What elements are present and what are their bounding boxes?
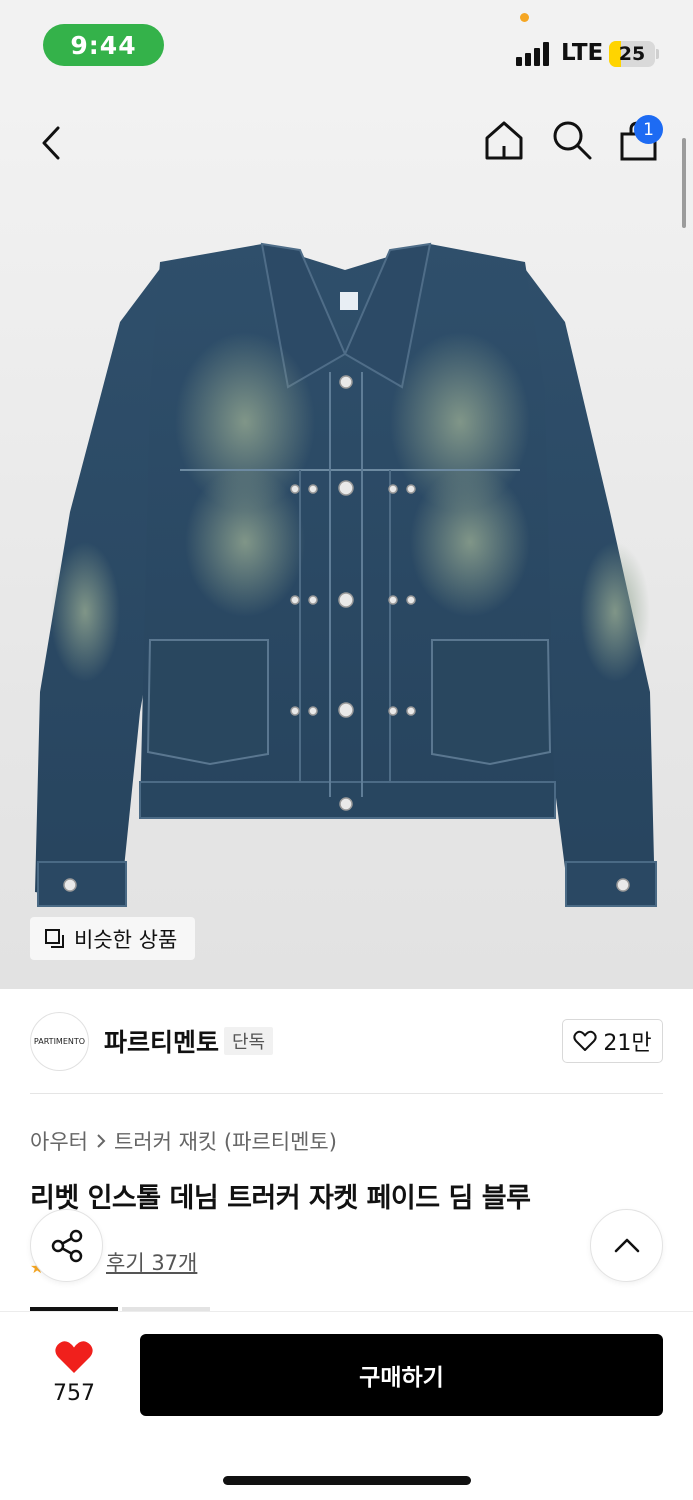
home-icon[interactable]	[482, 118, 526, 162]
network-label: LTE	[561, 40, 604, 66]
section-divider	[30, 1093, 663, 1094]
privacy-indicator-dot	[520, 13, 529, 22]
denim-jacket-illustration	[35, 242, 657, 907]
brand-name[interactable]: 파르티멘토	[104, 1023, 219, 1059]
scrollbar-thumb[interactable]	[682, 138, 686, 228]
battery-tip	[656, 49, 659, 59]
breadcrumb-subcategory[interactable]: 트러커 재킷 (파르티멘토)	[114, 1126, 337, 1156]
status-time: 9:44	[43, 24, 164, 66]
heart-filled-icon[interactable]	[54, 1339, 94, 1375]
heart-outline-icon	[573, 1030, 597, 1051]
brand-logo[interactable]: PARTIMENTO	[30, 1012, 89, 1071]
similar-products-button[interactable]: 비슷한 상품	[30, 917, 195, 960]
breadcrumb-category[interactable]: 아우터	[30, 1126, 88, 1156]
status-bar: 9:44 LTE 25	[0, 0, 693, 92]
brand-row: PARTIMENTO 파르티멘토 단독 21만	[0, 989, 693, 1093]
chevron-up-icon	[614, 1238, 639, 1252]
chevron-right-icon	[97, 1134, 106, 1148]
cart-count-badge: 1	[634, 115, 663, 144]
chevron-left-icon[interactable]	[34, 124, 72, 162]
share-button[interactable]	[30, 1209, 103, 1282]
brand-like-count: 21만	[603, 1031, 652, 1056]
wishlist-count: 757	[53, 1381, 95, 1406]
battery-icon: 25	[609, 41, 655, 67]
search-icon[interactable]	[550, 118, 594, 162]
scroll-to-top-button[interactable]	[590, 1209, 663, 1282]
review-link[interactable]: 후기 37개	[106, 1247, 197, 1277]
exclusive-badge: 단독	[224, 1027, 274, 1055]
product-title: 리벳 인스톨 데님 트러커 자켓 페이드 딤 블루	[30, 1183, 531, 1214]
buy-button[interactable]: 구매하기	[140, 1334, 663, 1416]
copy-icon	[45, 928, 64, 948]
breadcrumb: 아우터 트러커 재킷 (파르티멘토)	[30, 1126, 337, 1156]
battery-level: 25	[618, 43, 646, 65]
bottom-purchase-bar: 757 구매하기	[0, 1311, 693, 1500]
brand-like-button[interactable]: 21만	[562, 1019, 663, 1063]
home-indicator	[223, 1476, 471, 1485]
signal-icon	[516, 42, 554, 66]
similar-products-label: 비슷한 상품	[74, 927, 178, 952]
share-icon	[51, 1229, 82, 1262]
product-image[interactable]	[0, 92, 693, 989]
